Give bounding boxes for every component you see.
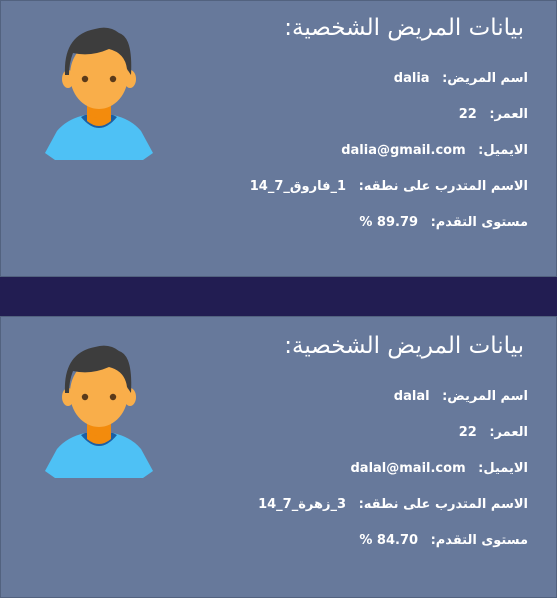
trainee-name-value: 1_فاروق_7_14 bbox=[249, 179, 347, 194]
patient-name-label: اسم المريض: bbox=[442, 389, 528, 404]
patient-name-value: dalal bbox=[393, 389, 430, 404]
user-avatar-icon bbox=[45, 27, 153, 160]
trainee-name-value: 3_زهرة_7_14 bbox=[258, 497, 347, 512]
age-row: العمر: 22 bbox=[459, 107, 528, 122]
patient-name-value: dalia bbox=[393, 71, 430, 86]
email-value: dalal@mail.com bbox=[350, 461, 466, 476]
progress-label: مستوى التقدم: bbox=[430, 215, 528, 230]
trainee-name-label: الاسم المتدرب على نطقه: bbox=[358, 179, 528, 194]
email-row: الايميل: dalal@mail.com bbox=[351, 461, 529, 476]
progress-row: مستوى التقدم: 89.79 % bbox=[359, 215, 528, 230]
age-label: العمر: bbox=[489, 425, 528, 440]
age-value: 22 bbox=[458, 107, 477, 122]
patient-name-row: اسم المريض: dalal bbox=[394, 389, 528, 404]
progress-label: مستوى التقدم: bbox=[430, 533, 528, 548]
trainee-name-row: الاسم المتدرب على نطقه: 3_زهرة_7_14 bbox=[258, 497, 528, 512]
patient-name-label: اسم المريض: bbox=[442, 71, 528, 86]
age-label: العمر: bbox=[489, 107, 528, 122]
age-row: العمر: 22 bbox=[459, 425, 528, 440]
trainee-name-row: الاسم المتدرب على نطقه: 1_فاروق_7_14 bbox=[250, 179, 528, 194]
age-value: 22 bbox=[458, 425, 477, 440]
card-title: بيانات المريض الشخصية: bbox=[284, 15, 524, 41]
email-label: الايميل: bbox=[478, 143, 528, 158]
card-title: بيانات المريض الشخصية: bbox=[284, 333, 524, 359]
trainee-name-label: الاسم المتدرب على نطقه: bbox=[358, 497, 528, 512]
progress-value: 84.70 % bbox=[359, 533, 419, 548]
progress-row: مستوى التقدم: 84.70 % bbox=[359, 533, 528, 548]
email-label: الايميل: bbox=[478, 461, 528, 476]
patient-card: بيانات المريض الشخصية: اسم المريض: dalia… bbox=[0, 0, 557, 277]
user-avatar-icon bbox=[45, 345, 153, 478]
patient-card: بيانات المريض الشخصية: اسم المريض: dalal… bbox=[0, 316, 557, 598]
email-row: الايميل: dalia@gmail.com bbox=[341, 143, 528, 158]
patient-name-row: اسم المريض: dalia bbox=[394, 71, 528, 86]
progress-value: 89.79 % bbox=[359, 215, 419, 230]
email-value: dalia@gmail.com bbox=[341, 143, 466, 158]
